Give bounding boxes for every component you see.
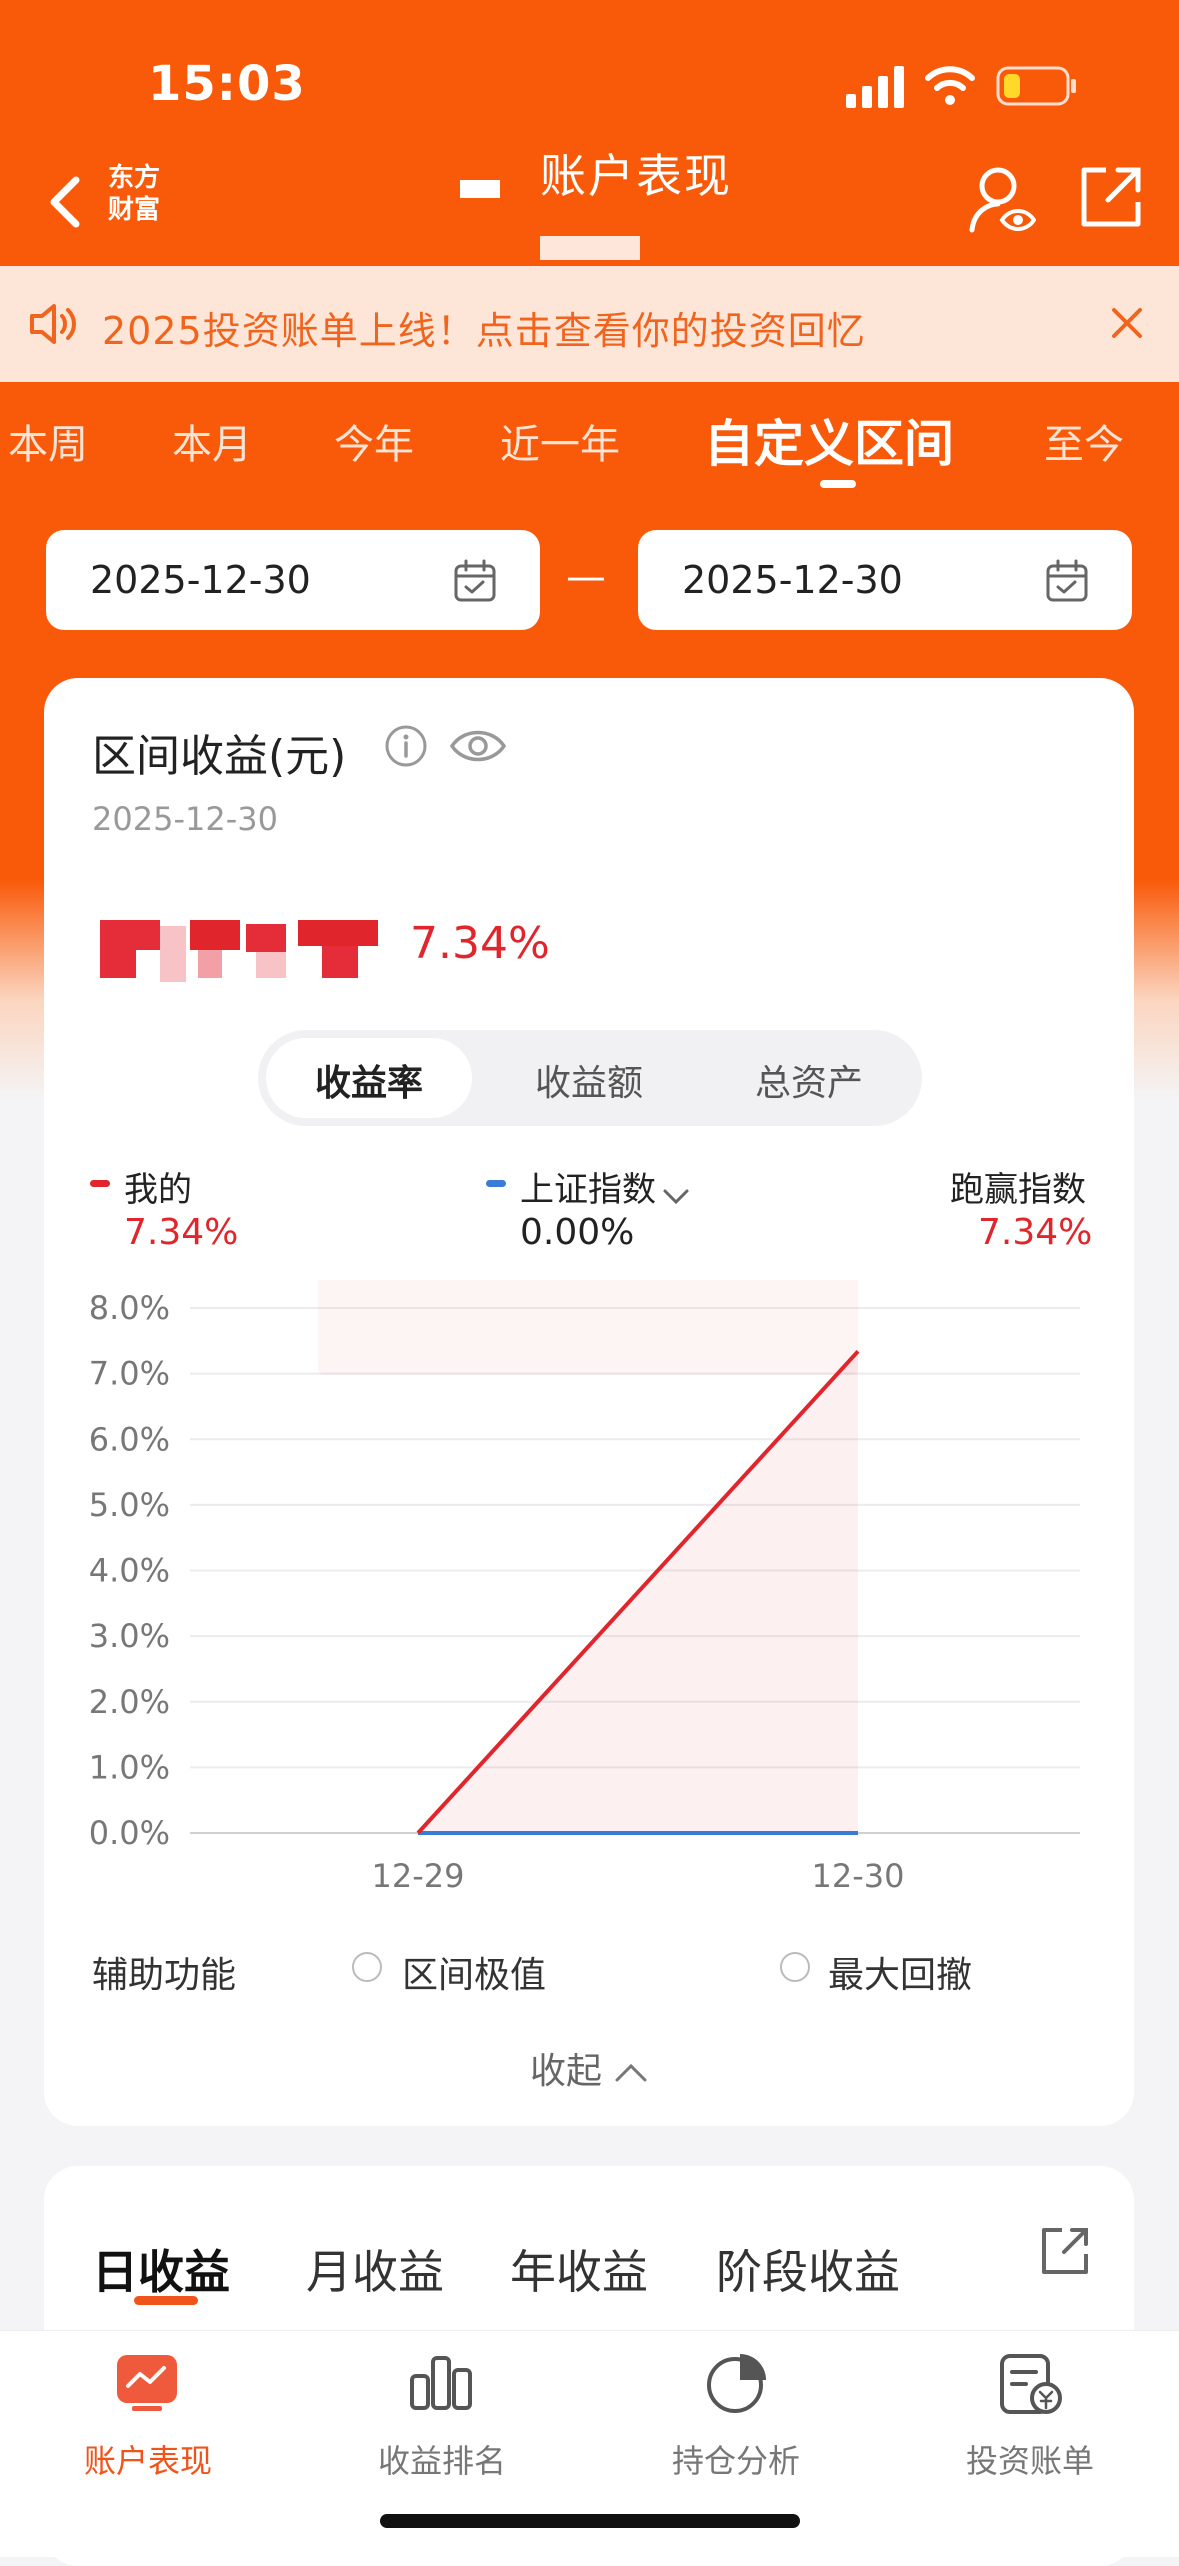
logo-line-2: 财富	[107, 195, 160, 225]
toggle-total-assets[interactable]: 总资产	[706, 1054, 912, 1106]
x-tick-label: 12-29	[372, 1857, 465, 1895]
chevron-up-icon	[615, 2063, 647, 2082]
close-icon[interactable]	[1110, 306, 1144, 340]
legend-mine-label: 我的	[124, 1170, 192, 1210]
legend-mine-value: 7.34%	[124, 1212, 239, 1253]
legend-mine-marker	[90, 1180, 110, 1187]
legend-beat-value: 7.34%	[978, 1212, 1093, 1253]
aux-label: 辅助功能	[92, 1955, 237, 1996]
watermark-logo	[318, 1280, 858, 1375]
page-title: 账户表现	[540, 149, 732, 203]
tab-monthly[interactable]: 月收益	[306, 2236, 444, 2302]
start-date-text: 2025-12-30	[90, 558, 311, 602]
wifi-icon	[925, 66, 975, 105]
eye-icon[interactable]	[448, 726, 508, 766]
bill-icon[interactable]	[996, 2350, 1066, 2416]
collapse-label: 收起	[530, 2051, 603, 2092]
share-icon[interactable]	[1078, 164, 1144, 230]
masked-amount	[100, 920, 378, 982]
info-icon[interactable]	[384, 724, 428, 768]
nav-return-ranking[interactable]: 收益排名	[332, 2436, 552, 2482]
battery-icon	[996, 66, 1076, 106]
chart-trend-icon[interactable]	[114, 2352, 180, 2412]
account-number-mask	[540, 236, 640, 260]
tab-period[interactable]: 阶段收益	[716, 2236, 900, 2302]
calendar-icon	[454, 559, 496, 602]
tab-month[interactable]: 本月	[172, 412, 252, 470]
y-tick-label: 6.0%	[89, 1420, 170, 1458]
back-icon[interactable]	[38, 172, 98, 232]
account-name-mask	[460, 180, 500, 198]
summary-date: 2025-12-30	[92, 800, 278, 838]
legend-index-value: 0.00%	[520, 1212, 635, 1253]
calendar-icon	[1046, 559, 1088, 602]
legend-index-marker	[486, 1180, 506, 1187]
collapse-button[interactable]: 收起	[530, 2042, 649, 2094]
y-tick-label: 2.0%	[89, 1683, 170, 1721]
pie-chart-icon[interactable]	[704, 2350, 770, 2416]
end-date-text: 2025-12-30	[682, 558, 903, 602]
status-time: 15:03	[148, 56, 306, 112]
end-date-field[interactable]: 2025-12-30	[638, 530, 1132, 630]
legend-beat-label: 跑赢指数	[950, 1170, 1086, 1210]
y-tick-label: 8.0%	[89, 1289, 170, 1327]
nav-account-performance[interactable]: 账户表现	[38, 2436, 258, 2482]
y-tick-label: 5.0%	[89, 1486, 170, 1524]
tab-to-date[interactable]: 至今	[1044, 412, 1124, 470]
toggle-return-amount[interactable]: 收益额	[486, 1054, 692, 1106]
y-tick-label: 7.0%	[89, 1355, 170, 1393]
range-extreme-radio[interactable]	[352, 1952, 382, 1982]
nav-holdings-analysis[interactable]: 持仓分析	[626, 2436, 846, 2482]
home-indicator	[380, 2514, 800, 2528]
notice-text[interactable]: 2025投资账单上线！点击查看你的投资回忆	[102, 300, 866, 355]
summary-title: 区间收益(元)	[92, 731, 347, 782]
return-chart: 0.0% 1.0% 2.0% 3.0% 4.0% 5.0% 6.0% 7.0% 8.0% 12-2…	[89, 1280, 1080, 1895]
max-drawdown-label[interactable]: 最大回撤	[828, 1946, 972, 1998]
x-tick-label: 12-30	[812, 1857, 905, 1895]
logo-line-1: 东方	[107, 163, 160, 193]
speaker-icon	[30, 304, 76, 344]
tab-year-to-date[interactable]: 今年	[334, 412, 414, 470]
max-drawdown-radio[interactable]	[780, 1952, 810, 1982]
index-selector[interactable]: 上证指数	[520, 1162, 691, 1212]
bar-chart-icon[interactable]	[408, 2352, 474, 2412]
share-icon[interactable]	[1038, 2224, 1092, 2278]
tab-one-year[interactable]: 近一年	[500, 412, 620, 470]
start-date-field[interactable]: 2025-12-30	[46, 530, 540, 630]
tab-week[interactable]: 本周	[8, 412, 88, 470]
active-tab-indicator	[820, 480, 856, 488]
cellular-signal-icon	[846, 66, 904, 108]
nav-investment-bill[interactable]: 投资账单	[920, 2436, 1140, 2482]
y-tick-label: 4.0%	[89, 1552, 170, 1590]
profile-view-icon[interactable]	[968, 164, 1036, 236]
app-logo: 东方 财富	[104, 162, 164, 226]
toggle-return-rate[interactable]: 收益率	[266, 1054, 472, 1106]
tab-yearly[interactable]: 年收益	[510, 2236, 648, 2302]
range-extreme-label[interactable]: 区间极值	[402, 1946, 546, 1998]
legend-index-label: 上证指数	[520, 1170, 656, 1210]
y-tick-label: 0.0%	[89, 1814, 170, 1852]
daily-tab-indicator	[134, 2296, 198, 2305]
y-tick-label: 1.0%	[89, 1748, 170, 1786]
chevron-down-icon	[663, 1189, 689, 1204]
return-percent: 7.34%	[410, 918, 550, 969]
tab-custom-range[interactable]: 自定义区间	[704, 404, 954, 476]
tab-daily[interactable]: 日收益	[92, 2236, 230, 2302]
date-separator: —	[566, 554, 606, 600]
y-tick-label: 3.0%	[89, 1617, 170, 1655]
